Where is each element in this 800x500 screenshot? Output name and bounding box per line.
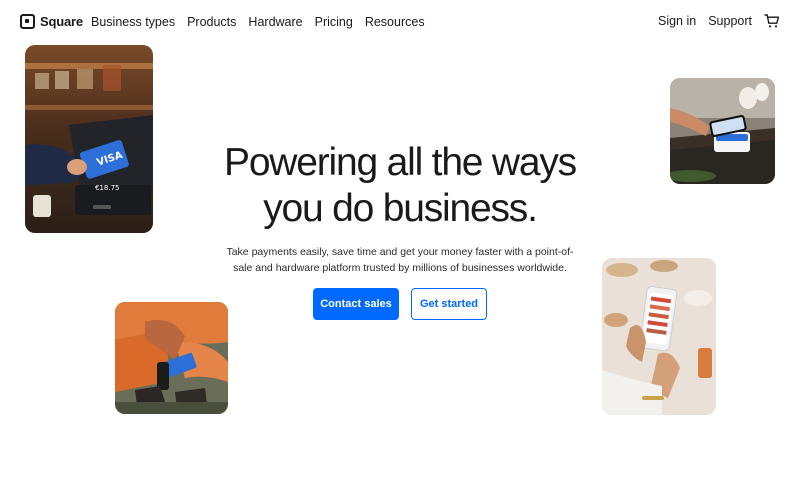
contact-sales-button[interactable]: Contact sales [313,288,399,320]
hero-headline-line-1: Powering all the ways [224,141,577,184]
hero: Powering all the ways you do business. T… [0,140,800,276]
nav-pricing[interactable]: Pricing [315,15,353,29]
sign-in-link[interactable]: Sign in [658,14,696,28]
cart-icon[interactable] [764,13,780,29]
nav-hardware[interactable]: Hardware [248,15,302,29]
hero-headline: Powering all the ways you do business. [0,140,800,232]
hero-actions: Contact sales Get started [313,288,487,320]
nav-business-types[interactable]: Business types [91,15,175,29]
nav-resources[interactable]: Resources [365,15,425,29]
nav-utilities: Sign in Support [658,13,780,29]
support-link[interactable]: Support [708,14,752,28]
hero-subtext: Take payments easily, save time and get … [226,246,574,274]
top-nav: Square Business types Products Hardware … [0,0,800,46]
square-logo-icon [20,14,35,29]
square-logo[interactable]: Square [20,14,83,29]
restaurant-phone-order-photo [602,258,716,415]
get-started-button[interactable]: Get started [411,288,487,320]
primary-nav: Business types Products Hardware Pricing… [91,15,425,29]
card-phone-tap-photo [115,302,228,414]
hero-headline-line-2: you do business. [263,187,538,230]
brand-name: Square [40,14,83,29]
nav-products[interactable]: Products [187,15,236,29]
